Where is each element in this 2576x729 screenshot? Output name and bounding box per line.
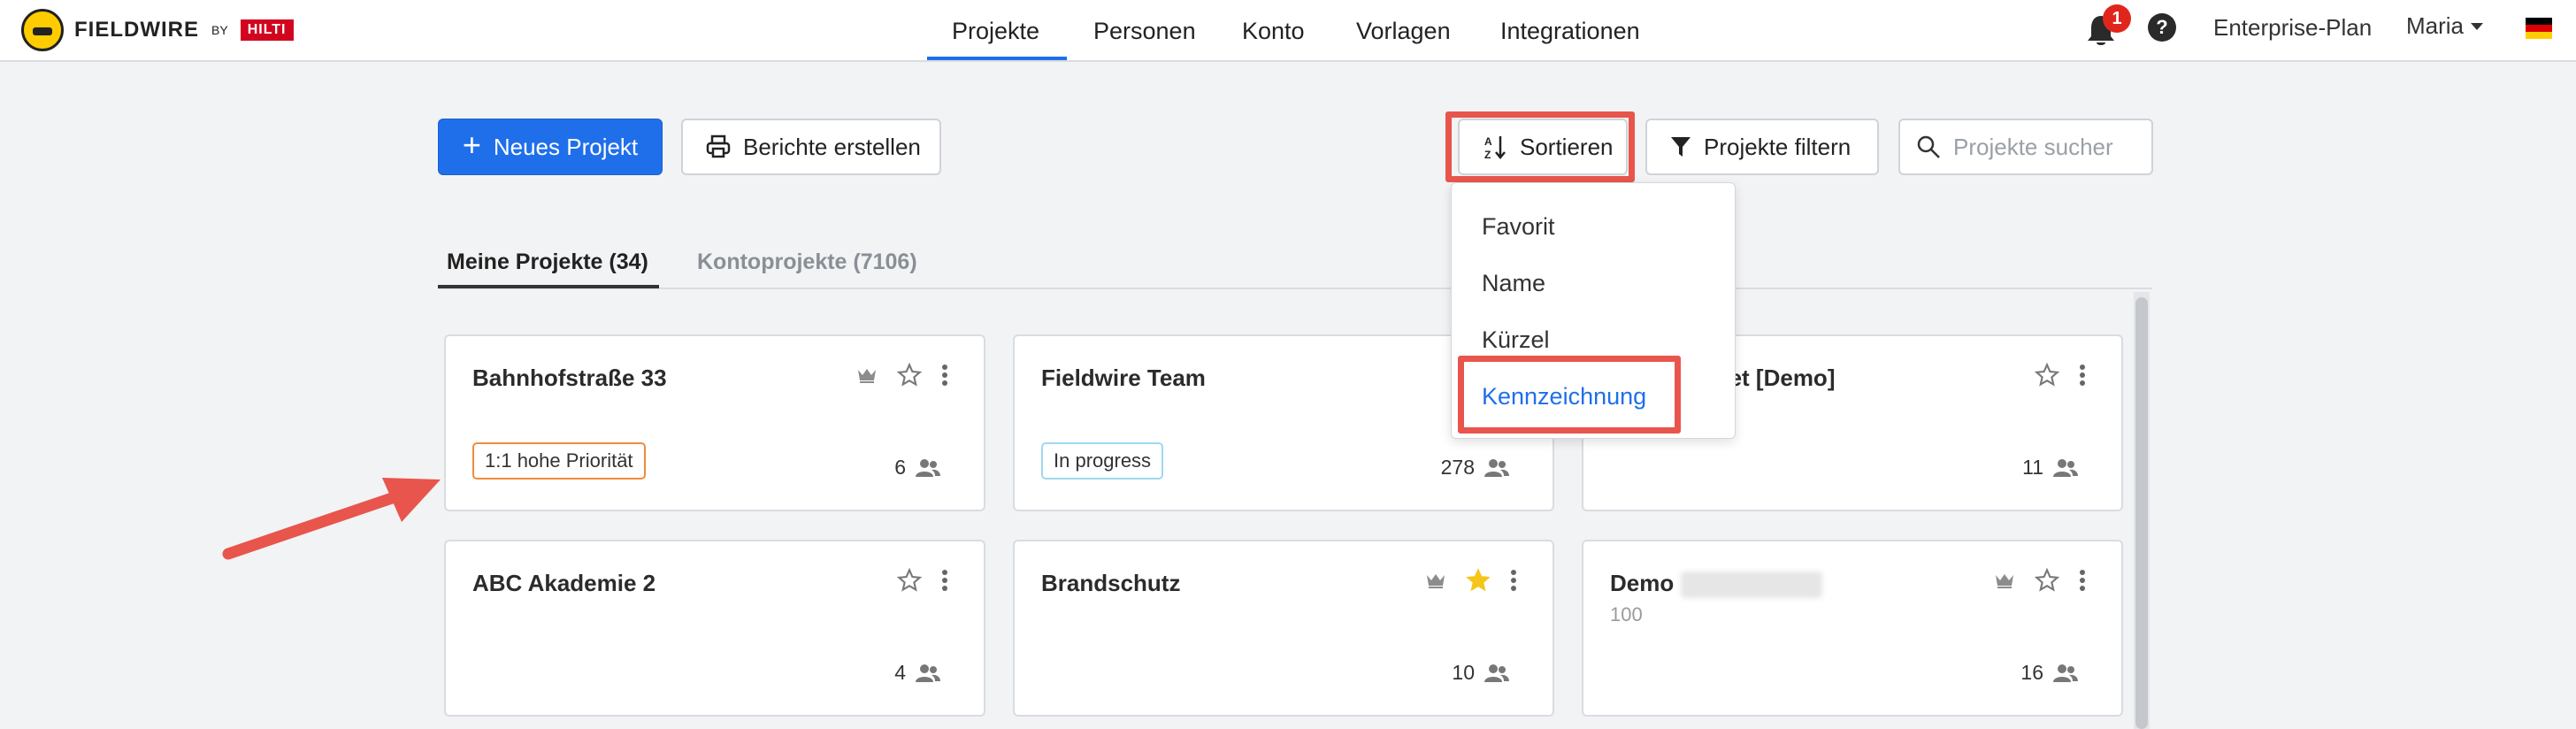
project-title: Fieldwire Team: [1041, 364, 1206, 391]
sort-option-favorite[interactable]: Favorit: [1482, 213, 1555, 241]
star-icon[interactable]: [897, 363, 922, 388]
plan-label[interactable]: Enterprise-Plan: [2213, 14, 2372, 42]
project-card[interactable]: ABC Akademie 2 4: [444, 540, 985, 717]
project-subtitle: 100: [1610, 603, 1643, 625]
project-card[interactable]: Bahnhofstraße 33 1:1 hohe Priorität 6: [444, 334, 985, 511]
fieldwire-logo[interactable]: FIELDWIRE BY HILTI: [21, 7, 294, 53]
nav-item-integrationen[interactable]: Integrationen: [1500, 0, 1640, 62]
helmet-logo-icon: [21, 9, 64, 51]
member-count: 10: [1452, 661, 1510, 685]
member-count: 11: [2022, 456, 2079, 480]
project-search-box[interactable]: [1898, 119, 2153, 175]
member-count: 278: [1441, 456, 1510, 480]
help-icon[interactable]: ?: [2148, 13, 2176, 42]
sort-option-name[interactable]: Name: [1482, 270, 1545, 297]
hilti-logo: HILTI: [240, 19, 294, 41]
star-icon[interactable]: [897, 568, 922, 593]
filter-projects-label: Projekte filtern: [1704, 133, 1852, 160]
member-count-value: 6: [894, 456, 906, 479]
plus-icon: +: [462, 127, 481, 163]
create-reports-label: Berichte erstellen: [743, 133, 921, 160]
project-card[interactable]: Demo 100 16: [1582, 540, 2123, 717]
card-actions: [1994, 568, 2086, 593]
printer-icon: [706, 134, 731, 158]
star-icon[interactable]: [2035, 363, 2059, 388]
member-count: 4: [894, 661, 941, 685]
sort-option-short-code[interactable]: Kürzel: [1482, 326, 1550, 354]
filter-icon: [1671, 137, 1690, 157]
people-icon: [916, 664, 940, 682]
svg-text:Z: Z: [1484, 149, 1491, 160]
active-nav-underline: [927, 57, 1067, 60]
redacted-text: [1681, 572, 1823, 599]
member-count: 6: [894, 456, 941, 480]
member-count-value: 4: [894, 661, 906, 684]
notification-badge: 1: [2103, 4, 2131, 33]
sort-dropdown-menu: Favorit Name Kürzel Kennzeichnung: [1451, 182, 1736, 439]
crown-icon: [1996, 574, 2013, 588]
priority-tag[interactable]: 1:1 hohe Priorität: [472, 442, 646, 480]
search-input[interactable]: [1953, 133, 2148, 161]
project-title: Demo: [1610, 570, 1675, 596]
sort-az-icon: A Z: [1484, 135, 1506, 160]
crown-icon: [1427, 574, 1445, 588]
nav-item-vorlagen[interactable]: Vorlagen: [1356, 0, 1451, 62]
project-title: Bahnhofstraße 33: [472, 364, 667, 391]
people-icon: [1484, 458, 1509, 477]
card-actions: [1425, 568, 1517, 593]
tab-account-projects[interactable]: Kontoprojekte (7106): [697, 249, 917, 275]
card-actions: [856, 363, 948, 388]
nav-item-projekte[interactable]: Projekte: [952, 0, 1039, 62]
more-vertical-icon[interactable]: [2079, 569, 2086, 592]
active-tab-underline: [438, 285, 659, 288]
star-icon[interactable]: [2035, 568, 2059, 593]
project-title: Brandschutz: [1041, 570, 1181, 596]
scrollbar-thumb[interactable]: [2135, 297, 2148, 729]
people-icon: [2053, 664, 2078, 682]
sort-button[interactable]: A Z Sortieren: [1458, 119, 1628, 175]
new-project-button[interactable]: + Neues Projekt: [438, 119, 663, 175]
member-count-value: 10: [1452, 661, 1475, 684]
nav-item-konto[interactable]: Konto: [1242, 0, 1305, 62]
more-vertical-icon[interactable]: [941, 569, 948, 592]
create-reports-button[interactable]: Berichte erstellen: [681, 119, 941, 175]
card-actions: [2035, 363, 2086, 388]
sort-option-label[interactable]: Kennzeichnung: [1482, 383, 1646, 411]
star-filled-icon[interactable]: [1466, 568, 1491, 593]
people-icon: [1484, 664, 1509, 682]
logo-by-text: BY: [211, 23, 228, 37]
svg-text:A: A: [1484, 135, 1492, 148]
chevron-down-icon: [2471, 22, 2484, 30]
member-count: 16: [2020, 661, 2079, 685]
project-title: ABC Akademie 2: [472, 570, 656, 596]
member-count-value: 11: [2022, 456, 2043, 479]
member-count-value: 278: [1440, 456, 1475, 479]
people-icon: [2053, 458, 2078, 477]
annotation-arrow-icon: [222, 478, 441, 560]
more-vertical-icon[interactable]: [941, 364, 948, 387]
card-actions: [897, 568, 948, 593]
filter-projects-button[interactable]: Projekte filtern: [1645, 119, 1879, 175]
user-menu[interactable]: Maria: [2406, 12, 2484, 40]
tab-my-projects[interactable]: Meine Projekte (34): [447, 249, 648, 275]
more-vertical-icon[interactable]: [2079, 364, 2086, 387]
crown-icon: [858, 369, 876, 383]
people-icon: [916, 458, 940, 477]
member-count-value: 16: [2020, 661, 2043, 684]
status-tag[interactable]: In progress: [1041, 442, 1164, 480]
tabs-divider: [438, 288, 2152, 289]
more-vertical-icon[interactable]: [1510, 569, 1517, 592]
project-title-wrapper: Demo: [1610, 570, 1823, 599]
project-card[interactable]: Brandschutz 10: [1013, 540, 1554, 717]
user-name: Maria: [2406, 12, 2465, 39]
new-project-label: Neues Projekt: [493, 133, 639, 160]
nav-item-personen[interactable]: Personen: [1093, 0, 1196, 62]
german-flag-icon[interactable]: [2526, 18, 2552, 39]
logo-text: FIELDWIRE: [74, 18, 199, 42]
search-icon: [1917, 135, 1940, 158]
sort-label: Sortieren: [1520, 133, 1614, 160]
